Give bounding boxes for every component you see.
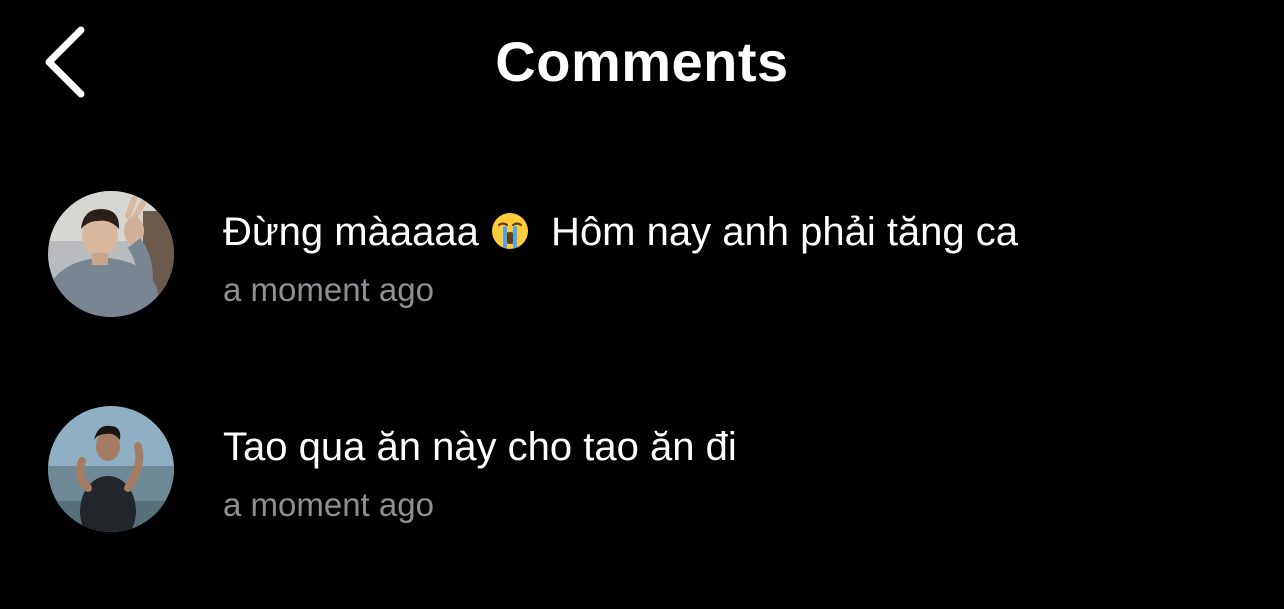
comment-text-part: Đừng màaaaa xyxy=(223,210,490,254)
comment-item: Tao qua ăn này cho tao ăn đi a moment ag… xyxy=(0,403,1284,553)
avatar[interactable] xyxy=(48,406,174,532)
comment-text: Đừng màaaaa Hôm nay anh phải tăng ca xyxy=(223,208,1018,256)
comment-item: Đừng màaaaa Hôm nay anh phải tăng ca a m… xyxy=(0,188,1284,338)
comment-text-part: Hôm nay anh phải tăng ca xyxy=(539,210,1019,254)
avatar[interactable] xyxy=(48,191,174,317)
header: Comments xyxy=(0,0,1284,130)
page-title: Comments xyxy=(495,30,789,93)
loudly-crying-face-icon xyxy=(490,211,530,251)
comment-text: Tao qua ăn này cho tao ăn đi xyxy=(223,425,737,469)
comment-timestamp: a moment ago xyxy=(223,271,434,308)
comment-timestamp: a moment ago xyxy=(223,486,434,523)
